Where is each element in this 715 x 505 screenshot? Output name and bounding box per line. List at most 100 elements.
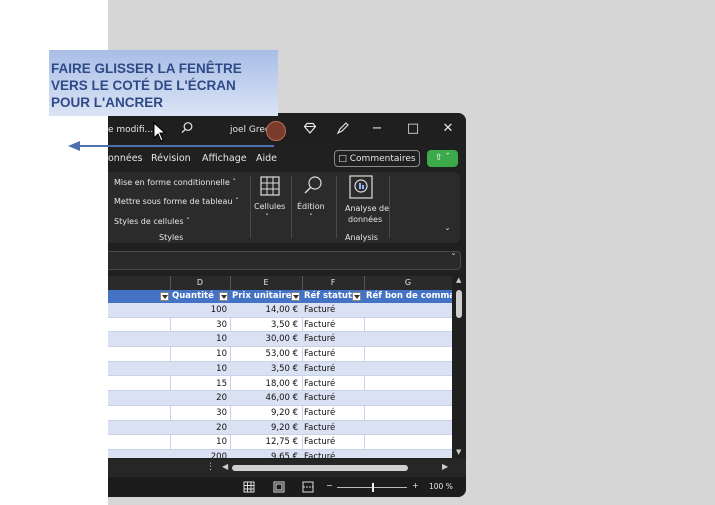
maximize-button[interactable]: □ [405, 121, 421, 137]
formula-expand-icon[interactable]: ˇ [451, 253, 456, 264]
table-row[interactable]: 10 30,00 € Facturé [108, 332, 452, 348]
cell-quantite[interactable]: 100 [170, 305, 227, 315]
cell-prix-unitaire[interactable]: 9,65 € [230, 452, 298, 458]
more-options-icon[interactable]: ⋮ [206, 462, 215, 472]
cell-prix-unitaire[interactable]: 46,00 € [230, 393, 298, 403]
sheet-tab-bar: ⋮ ◀ ▶ [108, 459, 466, 477]
filter-dropdown-icon[interactable] [352, 292, 361, 301]
ribbon: Mise en forme conditionnelle ˇ Mettre so… [108, 172, 460, 243]
cell-styles-button[interactable]: Styles de cellules ˇ [114, 217, 190, 226]
analysis-group-label: Analysis [345, 233, 378, 242]
scroll-left-icon[interactable]: ◀ [222, 462, 228, 471]
cell-prix-unitaire[interactable]: 9,20 € [230, 408, 298, 418]
table-row[interactable]: 15 18,00 € Facturé [108, 377, 452, 392]
tab-aide[interactable]: Aide [256, 153, 277, 164]
share-button[interactable]: ⇧ ˇ [427, 150, 458, 167]
cell-quantite[interactable]: 20 [170, 393, 227, 403]
cell-ref-statut[interactable]: Facturé [304, 423, 335, 433]
table-row[interactable]: 10 3,50 € Facturé [108, 361, 452, 377]
table-row[interactable]: 10 12,75 € Facturé [108, 435, 452, 450]
cell-quantite[interactable]: 10 [170, 364, 227, 374]
cell-prix-unitaire[interactable]: 14,00 € [230, 305, 298, 315]
cell-quantite[interactable]: 200 [170, 452, 227, 458]
close-button[interactable]: ✕ [440, 121, 456, 137]
tab-revision[interactable]: Révision [151, 153, 191, 164]
scroll-up-icon[interactable]: ▲ [456, 276, 461, 284]
zoom-slider-handle[interactable] [372, 483, 374, 492]
pen-icon[interactable] [336, 121, 350, 135]
edit-button[interactable]: Édition [297, 202, 325, 211]
cell-prix-unitaire[interactable]: 12,75 € [230, 437, 298, 447]
conditional-formatting-button[interactable]: Mise en forme conditionnelle ˇ [114, 178, 236, 187]
analyze-data-button-line2[interactable]: données [348, 215, 382, 224]
vertical-scrollbar[interactable]: ▲ ▼ [453, 276, 466, 459]
cell-ref-statut[interactable]: Facturé [304, 437, 335, 447]
cell-quantite[interactable]: 30 [170, 408, 227, 418]
cell-ref-statut[interactable]: Facturé [304, 320, 335, 330]
table-row[interactable]: 30 3,50 € Facturé [108, 318, 452, 333]
filter-dropdown-icon[interactable] [291, 292, 300, 301]
window-title: e modifi... [108, 125, 154, 135]
column-header-g[interactable]: G [364, 278, 452, 287]
page-break-icon[interactable] [302, 481, 314, 493]
cell-ref-statut[interactable]: Facturé [304, 408, 335, 418]
cell-ref-statut[interactable]: Facturé [304, 393, 335, 403]
tab-donnees[interactable]: onnées [108, 153, 143, 164]
table-row[interactable]: 10 53,00 € Facturé [108, 347, 452, 362]
scroll-down-icon[interactable]: ▼ [456, 448, 461, 456]
page-layout-icon[interactable] [273, 481, 285, 493]
table-row[interactable]: 20 46,00 € Facturé [108, 391, 452, 406]
normal-view-icon[interactable] [243, 481, 255, 493]
edit-dropdown-icon[interactable]: ˇ [309, 213, 313, 222]
scroll-right-icon[interactable]: ▶ [442, 462, 448, 471]
table-row[interactable]: 200 9,65 € Facturé [108, 450, 452, 458]
cell-prix-unitaire[interactable]: 18,00 € [230, 379, 298, 389]
cells-dropdown-icon[interactable]: ˇ [265, 213, 269, 222]
cell-ref-statut[interactable]: Facturé [304, 334, 335, 344]
formula-bar[interactable]: ˇ [108, 251, 461, 270]
format-as-table-button[interactable]: Mettre sous forme de tableau ˇ [114, 197, 239, 206]
callout-text: FAIRE GLISSER LA FENÊTRE VERS LE COTÉ DE… [51, 61, 242, 110]
cells-button[interactable]: Cellules [254, 202, 285, 211]
left-arrow-icon [68, 141, 274, 151]
cell-prix-unitaire[interactable]: 9,20 € [230, 423, 298, 433]
cell-prix-unitaire[interactable]: 30,00 € [230, 334, 298, 344]
spreadsheet-grid[interactable]: Quantité Prix unitaire Réf statut Réf bo… [108, 290, 452, 458]
cell-prix-unitaire[interactable]: 3,50 € [230, 364, 298, 374]
column-header-d[interactable]: D [170, 278, 230, 287]
diamond-icon[interactable] [303, 121, 317, 135]
filter-dropdown-icon[interactable] [219, 292, 228, 301]
cell-ref-statut[interactable]: Facturé [304, 452, 335, 458]
cell-prix-unitaire[interactable]: 3,50 € [230, 320, 298, 330]
tab-affichage[interactable]: Affichage [202, 153, 247, 164]
table-row[interactable]: 30 9,20 € Facturé [108, 406, 452, 421]
cell-quantite[interactable]: 15 [170, 379, 227, 389]
avatar[interactable] [266, 121, 286, 141]
analyze-data-button[interactable]: Analyse de [345, 204, 389, 213]
cell-ref-statut[interactable]: Facturé [304, 364, 335, 374]
cell-quantite[interactable]: 10 [170, 349, 227, 359]
column-header-f[interactable]: F [302, 278, 364, 287]
cell-ref-statut[interactable]: Facturé [304, 379, 335, 389]
vertical-scroll-thumb[interactable] [456, 290, 462, 318]
cell-quantite[interactable]: 20 [170, 423, 227, 433]
zoom-out-button[interactable]: − [326, 481, 333, 490]
cell-quantite[interactable]: 30 [170, 320, 227, 330]
table-row[interactable]: 20 9,20 € Facturé [108, 420, 452, 436]
cell-ref-statut[interactable]: Facturé [304, 305, 335, 315]
comments-button[interactable]: □ Commentaires [334, 150, 420, 167]
cell-quantite[interactable]: 10 [170, 437, 227, 447]
excel-window[interactable]: e modifi... joel Green − □ ✕ onnées Révi… [108, 113, 466, 497]
cell-prix-unitaire[interactable]: 53,00 € [230, 349, 298, 359]
table-row[interactable]: 100 14,00 € Facturé [108, 303, 452, 318]
cell-ref-statut[interactable]: Facturé [304, 349, 335, 359]
minimize-button[interactable]: − [369, 121, 385, 137]
horizontal-scroll-thumb[interactable] [232, 465, 408, 471]
filter-dropdown-icon[interactable] [160, 292, 169, 301]
zoom-level[interactable]: 100 % [429, 482, 453, 491]
column-header-e[interactable]: E [230, 278, 302, 287]
zoom-in-button[interactable]: + [412, 481, 419, 490]
search-icon[interactable] [180, 121, 194, 135]
cell-quantite[interactable]: 10 [170, 334, 227, 344]
ribbon-collapse-icon[interactable]: ˇ [445, 228, 450, 239]
